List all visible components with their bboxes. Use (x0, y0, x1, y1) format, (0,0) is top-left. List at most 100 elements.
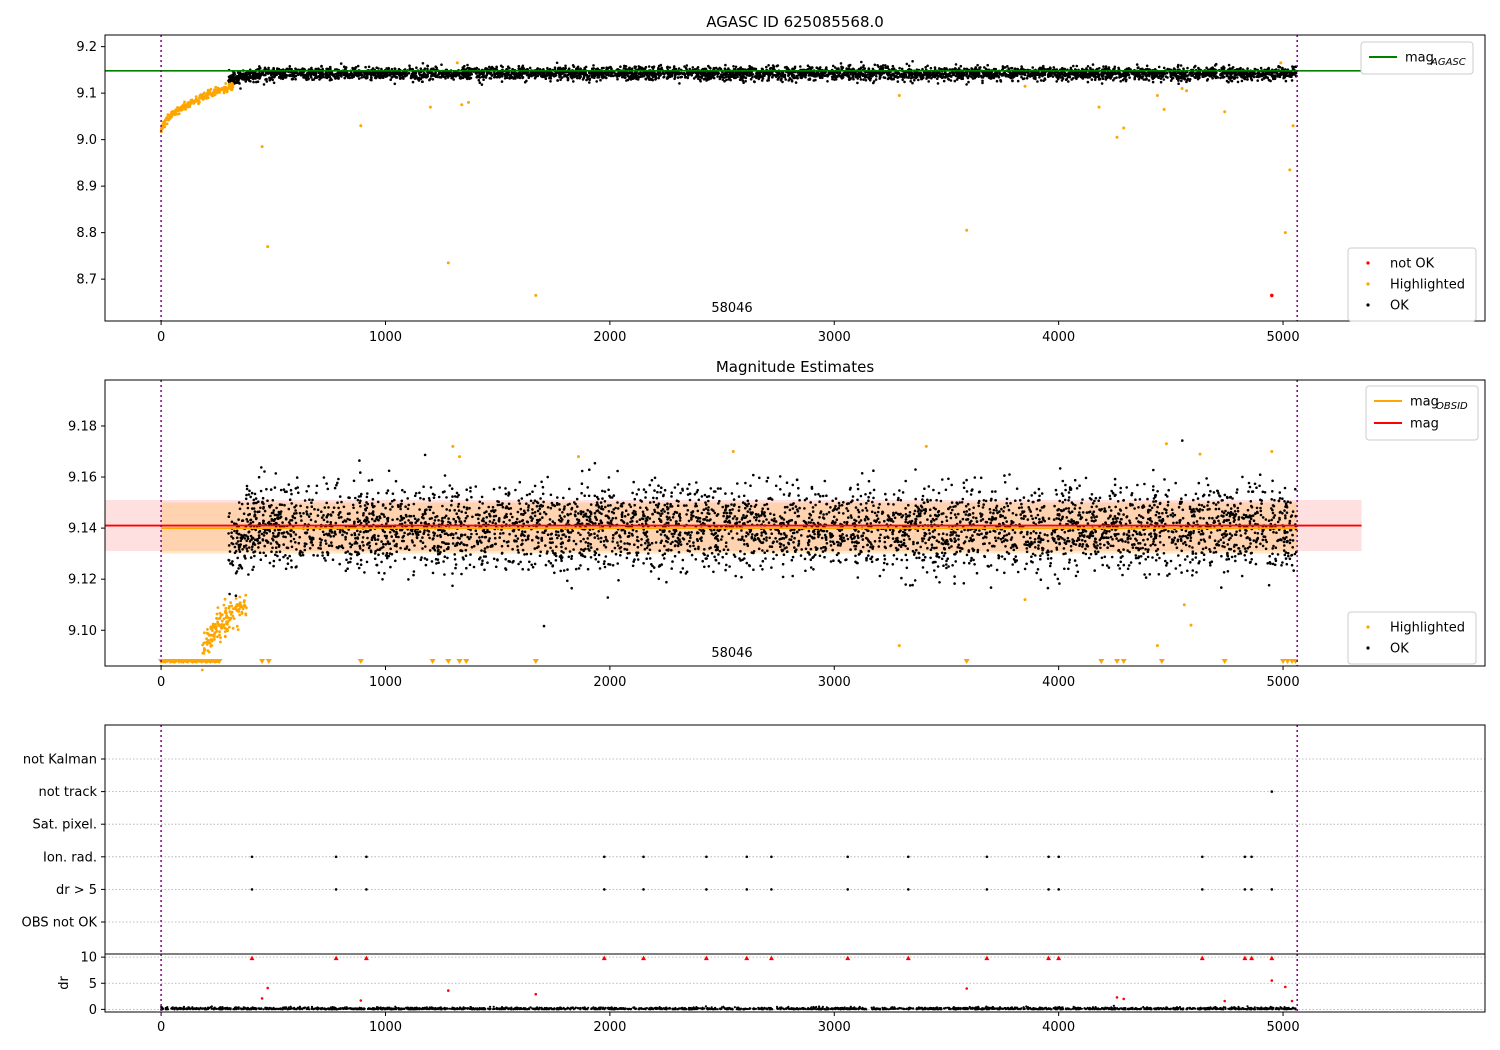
ok-point (546, 533, 550, 536)
ok-point (1064, 78, 1068, 82)
ok-point (983, 74, 986, 78)
ok-point (732, 65, 735, 68)
ok-point (1193, 66, 1196, 69)
ok-point (345, 558, 348, 562)
ok-point (644, 65, 648, 69)
ok-point (568, 72, 571, 75)
ok-point (452, 72, 456, 75)
ok-point (1277, 64, 1280, 68)
ok-point (901, 78, 904, 82)
ok-point (707, 508, 710, 512)
ok-point (1177, 77, 1181, 80)
ok-point (311, 78, 314, 81)
ok-point (1034, 531, 1038, 535)
ok-point (399, 77, 403, 80)
ok-point (419, 77, 422, 80)
ok-point (429, 77, 432, 81)
ok-point (328, 71, 332, 75)
ok-point (1259, 66, 1263, 70)
panel1-legend-point-label: Highlighted (1390, 278, 1465, 293)
ok-point (651, 65, 654, 69)
ok-point (268, 76, 271, 80)
ok-point (874, 78, 878, 81)
ok-point (1259, 75, 1262, 78)
ok-point (1075, 64, 1079, 68)
ok-point (783, 75, 787, 79)
ok-point (540, 74, 544, 77)
highlighted-point (266, 245, 270, 249)
ok-point (1074, 74, 1077, 77)
ok-point (1199, 72, 1202, 75)
ok-point (704, 71, 707, 74)
ok-point (1229, 79, 1232, 82)
ok-point (728, 71, 732, 75)
ok-point (898, 66, 901, 70)
highlighted-point (168, 117, 172, 120)
ok-point (1153, 72, 1157, 76)
ok-point (1079, 73, 1083, 77)
ok-point (339, 62, 343, 65)
ok-point (1159, 80, 1163, 84)
ok-point (889, 75, 893, 78)
ok-point (851, 73, 855, 77)
ok-point (804, 76, 807, 79)
highlighted-point (228, 86, 231, 89)
ok-point (1046, 73, 1050, 76)
ok-point (1049, 557, 1053, 560)
ok-point (572, 80, 575, 83)
ok-point (794, 81, 798, 84)
ok-point (734, 65, 738, 69)
panel1-xtick-label: 2000 (593, 330, 626, 345)
ok-point (637, 72, 641, 76)
ok-point (457, 502, 461, 506)
ok-point (785, 65, 788, 69)
ok-point (1232, 77, 1236, 80)
ok-point (1162, 66, 1166, 70)
ok-point (1186, 66, 1189, 70)
ok-point (946, 73, 949, 77)
ok-point (989, 76, 992, 79)
ok-point (1028, 74, 1031, 78)
ok-point (285, 490, 288, 494)
ok-point (337, 77, 340, 80)
ok-point (256, 72, 260, 75)
ok-point (1251, 74, 1254, 78)
ok-point (1084, 476, 1088, 480)
ok-point (499, 73, 502, 77)
ok-point (1121, 78, 1125, 82)
ok-point (528, 66, 532, 70)
ok-point (459, 77, 462, 80)
ok-point (485, 73, 489, 77)
ok-point (895, 75, 898, 78)
ok-point (481, 559, 484, 562)
ok-point (320, 64, 323, 68)
ok-point (924, 73, 927, 76)
ok-point (926, 64, 929, 68)
ok-point (1234, 72, 1237, 75)
figure: AGASC ID 625085568.0 58046 0 1000 2000 3000… (22, 13, 1486, 1035)
ok-point (758, 76, 761, 79)
ok-point (294, 77, 297, 81)
ok-point (707, 64, 710, 68)
ok-point (466, 63, 469, 67)
ok-point (641, 74, 644, 78)
highlighted-point (209, 87, 213, 91)
ok-point (579, 75, 582, 79)
ok-point (1080, 76, 1084, 79)
ok-point (1043, 77, 1047, 80)
highlighted-point (161, 127, 164, 131)
ok-point (1013, 74, 1016, 77)
ok-point (509, 76, 513, 79)
ok-point (546, 66, 549, 70)
ok-point (1121, 74, 1124, 78)
ok-point (1105, 72, 1109, 76)
ok-point (415, 66, 418, 69)
ok-point (287, 507, 291, 511)
panel1-ytick-label: 8.9 (76, 180, 97, 195)
ok-point (549, 80, 552, 83)
ok-point (681, 72, 684, 75)
ok-point (256, 80, 260, 83)
ok-point (521, 567, 524, 571)
ok-point (751, 73, 755, 76)
ok-point (718, 66, 721, 70)
